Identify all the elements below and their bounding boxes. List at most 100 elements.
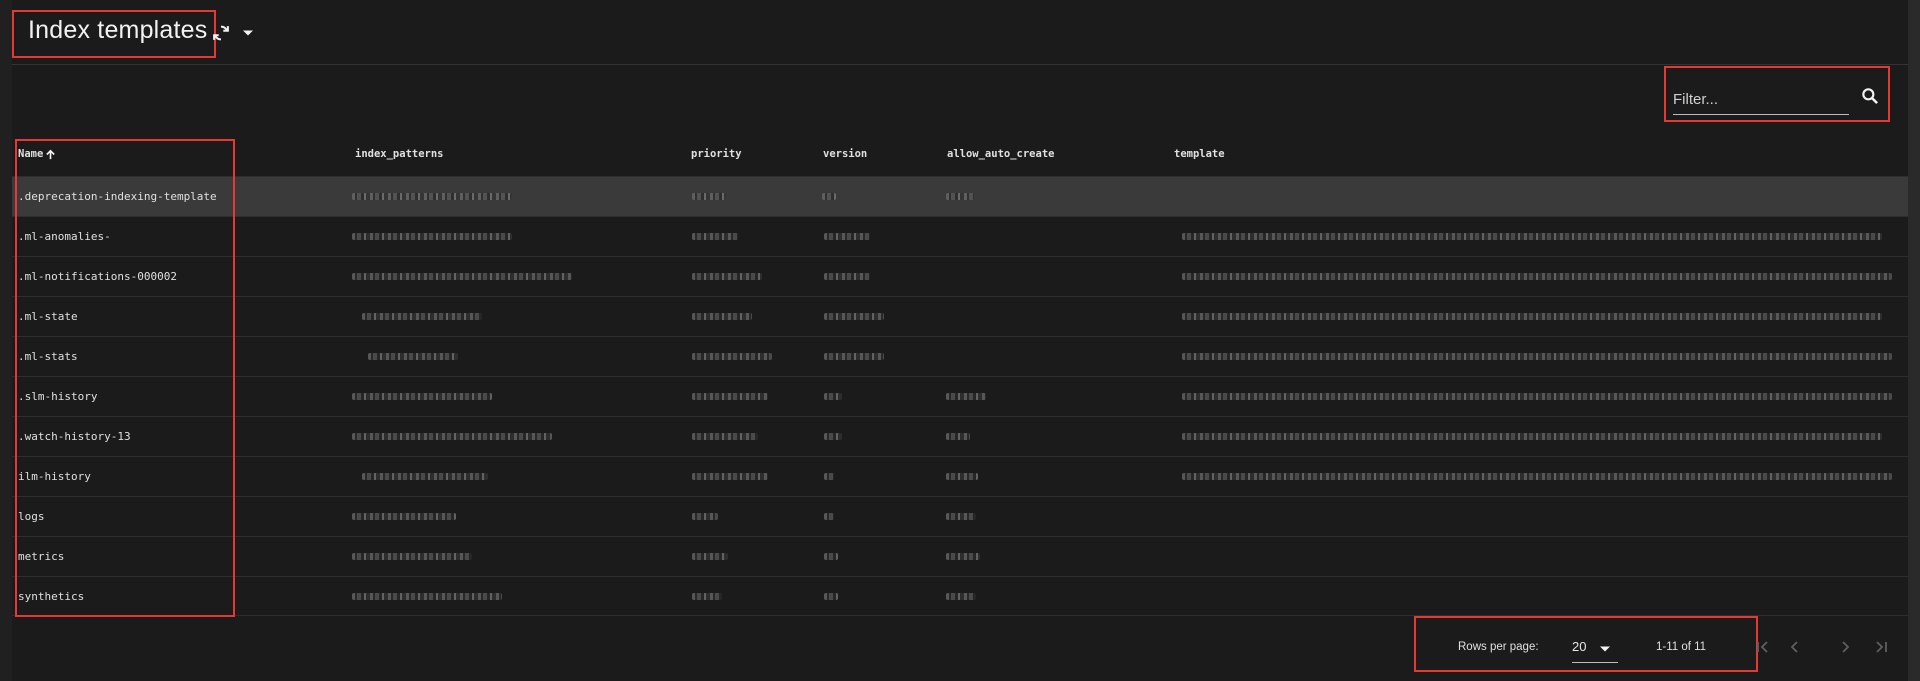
redacted-cell xyxy=(692,193,726,200)
redacted-cell xyxy=(352,393,492,400)
next-page-button[interactable] xyxy=(1834,636,1856,658)
table-row[interactable]: .ml-notifications-000002 xyxy=(12,256,1908,296)
redacted-cell xyxy=(692,393,768,400)
cell-name: .ml-stats xyxy=(18,350,78,363)
redacted-cell xyxy=(1182,233,1882,240)
page-header xyxy=(12,0,1908,65)
column-header-priority[interactable]: priority xyxy=(691,148,742,160)
chevron-right-icon xyxy=(1842,641,1850,653)
arrow-up-icon xyxy=(46,149,56,159)
redacted-cell xyxy=(824,273,870,280)
redacted-cell xyxy=(362,473,488,480)
pagination-range: 1-11 of 11 xyxy=(1656,641,1707,653)
redacted-cell xyxy=(692,433,758,440)
redacted-cell xyxy=(352,233,512,240)
table-row[interactable]: logs xyxy=(12,496,1908,536)
redacted-cell xyxy=(946,553,980,560)
last-page-button[interactable] xyxy=(1870,636,1892,658)
caret-down-icon xyxy=(1600,646,1610,652)
cell-name: .watch-history-13 xyxy=(18,430,131,443)
redacted-cell xyxy=(352,553,472,560)
redacted-cell xyxy=(692,273,762,280)
redacted-cell xyxy=(352,513,456,520)
redacted-cell xyxy=(946,513,976,520)
index-templates-page: Index templates Name index_patterns prio… xyxy=(0,0,1920,681)
redacted-cell xyxy=(1182,473,1892,480)
redacted-cell xyxy=(352,273,572,280)
first-page-icon xyxy=(1757,641,1768,653)
templates-table: Name index_patterns priority version all… xyxy=(12,136,1908,616)
previous-page-button[interactable] xyxy=(1784,636,1806,658)
table-row[interactable]: ilm-history xyxy=(12,456,1908,496)
cell-name: metrics xyxy=(18,550,65,563)
redacted-cell xyxy=(824,353,884,360)
table-row[interactable]: .ml-anomalies- xyxy=(12,216,1908,256)
cell-name: .ml-state xyxy=(18,310,78,323)
redacted-cell xyxy=(822,193,836,200)
column-header-template[interactable]: template xyxy=(1174,148,1225,160)
redacted-cell xyxy=(824,593,838,600)
column-header-version[interactable]: version xyxy=(823,148,867,160)
redacted-cell xyxy=(352,433,552,440)
search-icon xyxy=(1862,88,1878,104)
redacted-cell xyxy=(824,393,842,400)
redacted-cell xyxy=(946,593,976,600)
last-page-icon xyxy=(1876,641,1887,653)
first-page-button[interactable] xyxy=(1752,636,1774,658)
redacted-cell xyxy=(824,313,884,320)
redacted-cell xyxy=(824,553,838,560)
table-row[interactable]: synthetics xyxy=(12,576,1908,616)
rows-per-page-select[interactable]: 20 xyxy=(1572,634,1618,663)
redacted-cell xyxy=(362,313,482,320)
table-row[interactable]: .ml-state xyxy=(12,296,1908,336)
redacted-cell xyxy=(368,353,458,360)
redacted-cell xyxy=(692,313,752,320)
redacted-cell xyxy=(692,513,718,520)
chevron-left-icon xyxy=(1790,641,1798,653)
cell-name: ilm-history xyxy=(18,470,91,483)
redacted-cell xyxy=(692,553,728,560)
redacted-cell xyxy=(352,593,502,600)
redacted-cell xyxy=(1182,393,1892,400)
redacted-cell xyxy=(824,433,842,440)
redacted-cell xyxy=(352,193,512,200)
redacted-cell xyxy=(1182,273,1892,280)
redacted-cell xyxy=(946,393,986,400)
column-header-index-patterns[interactable]: index_patterns xyxy=(355,148,444,160)
table-row[interactable]: .deprecation-indexing-template xyxy=(12,176,1908,216)
table-row[interactable]: .ml-stats xyxy=(12,336,1908,376)
table-row[interactable]: metrics xyxy=(12,536,1908,576)
redacted-cell xyxy=(692,233,738,240)
column-header-name[interactable]: Name xyxy=(18,148,56,160)
redacted-cell xyxy=(824,473,834,480)
caret-down-icon xyxy=(243,30,253,36)
cell-name: logs xyxy=(18,510,45,523)
redacted-cell xyxy=(946,473,978,480)
rows-per-page-label: Rows per page: xyxy=(1458,641,1539,653)
redacted-cell xyxy=(1182,313,1882,320)
cell-name: .ml-notifications-000002 xyxy=(18,270,177,283)
refresh-button[interactable] xyxy=(208,20,234,46)
redacted-cell xyxy=(824,513,834,520)
cell-name: synthetics xyxy=(18,590,85,603)
redacted-cell xyxy=(1182,433,1882,440)
table-header: Name index_patterns priority version all… xyxy=(12,136,1908,176)
redacted-cell xyxy=(692,353,772,360)
redacted-cell xyxy=(1182,353,1892,360)
page-title: Index templates xyxy=(28,16,208,44)
redacted-cell xyxy=(692,473,768,480)
column-header-allow-auto-create[interactable]: allow_auto_create xyxy=(947,148,1054,160)
table-row[interactable]: .watch-history-13 xyxy=(12,416,1908,456)
cell-name: .ml-anomalies- xyxy=(18,230,111,243)
redacted-cell xyxy=(824,233,870,240)
table-row[interactable]: .slm-history xyxy=(12,376,1908,416)
cell-name: .slm-history xyxy=(18,390,98,403)
options-dropdown-button[interactable] xyxy=(238,20,258,46)
rows-per-page-value: 20 xyxy=(1572,639,1587,654)
redacted-cell xyxy=(946,193,974,200)
redacted-cell xyxy=(692,593,722,600)
redacted-cell xyxy=(946,433,970,440)
filter-input[interactable] xyxy=(1673,86,1849,115)
refresh-icon xyxy=(213,25,229,41)
search-button[interactable] xyxy=(1858,84,1882,108)
